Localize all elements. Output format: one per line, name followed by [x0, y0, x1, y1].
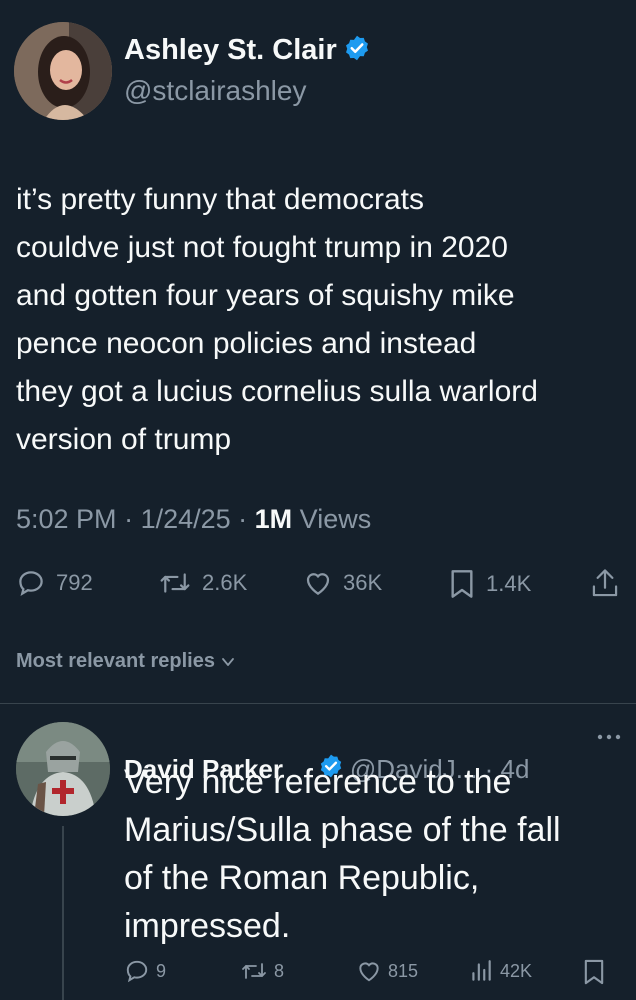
bookmark-icon [582, 958, 606, 986]
reply-repost-count: 8 [274, 960, 285, 981]
repost-icon [240, 958, 268, 984]
views-label: Views [292, 504, 372, 534]
separator: · [116, 504, 141, 534]
heart-icon [303, 568, 333, 598]
verified-badge-icon [343, 34, 371, 67]
sort-replies-label: Most relevant replies [16, 650, 215, 672]
chevron-down-icon [219, 653, 237, 671]
reply-avatar-image [16, 722, 110, 816]
share-icon [590, 568, 620, 600]
tweet-time[interactable]: 5:02 PM [16, 504, 117, 534]
bookmark-count: 1.4K [486, 571, 532, 596]
tweet-text-line: and gotten four years of squishy mike [16, 279, 515, 312]
reply-views-button[interactable]: 42K [468, 958, 532, 984]
sort-replies-dropdown[interactable]: Most relevant replies [16, 650, 237, 673]
reply-like-count: 815 [388, 960, 419, 981]
share-button[interactable] [590, 568, 620, 600]
author-avatar[interactable] [14, 22, 112, 120]
reply-like-button[interactable]: 815 [356, 958, 418, 984]
tweet-text-line: pence neocon policies and instead [16, 327, 477, 360]
more-icon [596, 730, 622, 744]
repost-count: 2.6K [202, 570, 248, 595]
repost-icon [158, 568, 192, 598]
heart-icon [356, 958, 382, 984]
reply-repost-button[interactable]: 8 [240, 958, 284, 984]
reply-button[interactable]: 792 [16, 568, 93, 598]
views-icon [468, 958, 494, 984]
repost-button[interactable]: 2.6K [158, 568, 247, 598]
tweet-text-line: they got a lucius cornelius sulla warlor… [16, 375, 538, 408]
reply-text-line: of the Roman Republic, [124, 859, 480, 897]
tweet-text-line: version of trump [16, 423, 232, 456]
reply-views-count: 42K [500, 960, 533, 981]
author-name-row: Ashley St. Clair [124, 34, 371, 67]
tweet-text: it’s pretty funny that democrats couldve… [16, 176, 626, 464]
avatar-image [14, 22, 112, 120]
separator: · [230, 504, 255, 534]
thread-line [62, 826, 64, 1000]
reply-bookmark-button[interactable] [582, 958, 606, 986]
tweet-text-line: it’s pretty funny that democrats [16, 183, 424, 216]
divider [0, 703, 636, 704]
tweet-metadata: 5:02 PM · 1/24/25 · 1M Views [16, 504, 371, 535]
reply-icon [16, 568, 46, 598]
bookmark-button[interactable]: 1.4K [448, 568, 531, 600]
author-handle[interactable]: @stclairashley [124, 75, 306, 107]
like-button[interactable]: 36K [303, 568, 382, 598]
like-count: 36K [343, 570, 383, 595]
reply-text: Very nice reference to the Marius/Sulla … [124, 758, 630, 950]
reply-text-line: Very nice reference to the [124, 763, 512, 801]
reply-count: 792 [56, 570, 93, 595]
reply-reply-count: 9 [156, 960, 167, 981]
reply-reply-button[interactable]: 9 [124, 958, 166, 984]
reply-text-line: impressed. [124, 907, 291, 945]
author-name[interactable]: Ashley St. Clair [124, 34, 337, 67]
tweet-text-line: couldve just not fought trump in 2020 [16, 231, 508, 264]
tweet-date[interactable]: 1/24/25 [141, 504, 231, 534]
reply-author-avatar[interactable] [16, 722, 110, 816]
more-options-button[interactable] [596, 730, 622, 744]
reply-text-line: Marius/Sulla phase of the fall [124, 811, 561, 849]
reply-icon [124, 958, 150, 984]
bookmark-icon [448, 568, 476, 600]
views-count: 1M [254, 504, 293, 534]
